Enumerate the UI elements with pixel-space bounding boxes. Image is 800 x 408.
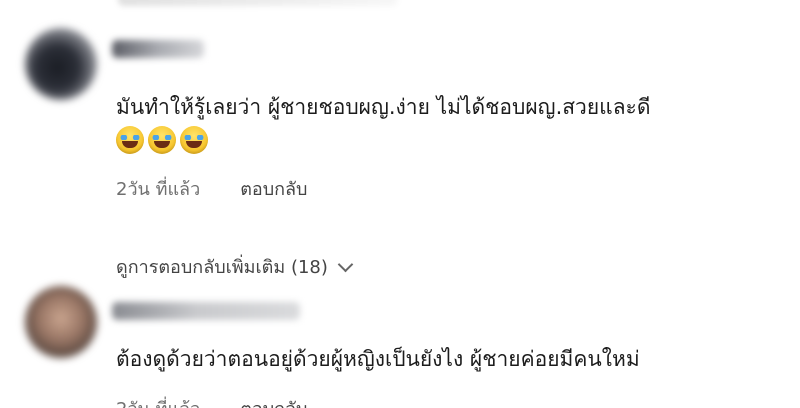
laugh-tears-emoji-icon (148, 126, 176, 154)
view-more-replies-button[interactable]: ดูการตอบกลับเพิ่มเติม (18) (116, 252, 354, 281)
more-replies-label: ดูการตอบกลับเพิ่มเติม (18) (116, 257, 328, 278)
comment-meta: 2วัน ที่แล้ว ตอบกลับ (116, 394, 307, 408)
laugh-tears-emoji-icon (116, 126, 144, 154)
timestamp: 2วัน ที่แล้ว (116, 394, 200, 408)
reply-button[interactable]: ตอบกลับ (240, 394, 307, 408)
comments-page: มันทำให้รู้เลยว่า ผู้ชายชอบผญ.ง่าย ไม่ได… (0, 0, 800, 408)
comment-meta: 2วัน ที่แล้ว ตอบกลับ (116, 174, 307, 203)
timestamp: 2วัน ที่แล้ว (116, 179, 201, 200)
username-blurred[interactable] (112, 302, 300, 320)
comment-text: ต้องดูด้วยว่าตอนอยู่ด้วยผู้หญิงเป็นยังไง… (116, 347, 640, 371)
laugh-tears-emoji-icon (180, 126, 208, 154)
avatar[interactable] (25, 286, 97, 358)
chevron-down-icon (337, 256, 354, 272)
previous-comment-cutoff (118, 0, 398, 6)
username-blurred[interactable] (112, 40, 204, 58)
avatar[interactable] (25, 28, 97, 100)
comment-text: มันทำให้รู้เลยว่า ผู้ชายชอบผญ.ง่าย ไม่ได… (116, 95, 651, 119)
emoji-row (116, 126, 208, 154)
reply-button[interactable]: ตอบกลับ (240, 174, 307, 203)
